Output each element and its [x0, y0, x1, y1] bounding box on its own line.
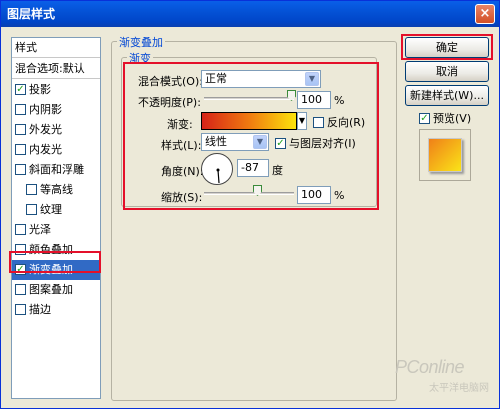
close-icon[interactable]: × [475, 4, 495, 24]
blend-mode-select[interactable]: 正常 ▼ [201, 70, 321, 88]
opacity-input[interactable]: 100 [297, 91, 331, 109]
sidebar-item-contour[interactable]: 等高线 [12, 180, 100, 200]
sidebar-highlight-box [9, 251, 101, 273]
angle-input[interactable]: -87 [237, 159, 269, 177]
watermark-subtitle: 太平洋电脑网 [429, 383, 489, 394]
sidebar-item-satin[interactable]: 光泽 [12, 220, 100, 240]
preview-swatch [428, 138, 462, 172]
watermark-logo: PConline [395, 357, 465, 377]
angle-dial[interactable] [201, 153, 233, 185]
bevel-emboss-checkbox[interactable] [15, 164, 26, 175]
sidebar-item-outer-glow[interactable]: 外发光 [12, 120, 100, 140]
sidebar-item-inner-glow[interactable]: 内发光 [12, 140, 100, 160]
ok-highlight-box [401, 34, 493, 60]
cancel-button[interactable]: 取消 [405, 61, 489, 82]
gradient-dropdown-icon[interactable]: ▼ [297, 112, 307, 130]
outer-glow-checkbox[interactable] [15, 124, 26, 135]
stroke-checkbox[interactable] [15, 304, 26, 315]
style-select[interactable]: 线性 ▼ [201, 133, 269, 151]
sidebar-item-pattern-overlay[interactable]: 图案叠加 [12, 280, 100, 300]
section-title: 渐变叠加 [117, 34, 165, 50]
new-style-button[interactable]: 新建样式(W)... [405, 85, 489, 106]
preview-option[interactable]: 预览(V) [419, 110, 471, 126]
style-list-header[interactable]: 样式 [12, 38, 100, 58]
chevron-down-icon[interactable]: ▼ [253, 135, 267, 149]
drop-shadow-checkbox[interactable] [15, 84, 26, 95]
sidebar-item-texture[interactable]: 纹理 [12, 200, 100, 220]
align-with-layer-option[interactable]: 与图层对齐(I) [275, 135, 356, 151]
inner-shadow-checkbox[interactable] [15, 104, 26, 115]
preview-frame [419, 129, 471, 181]
sidebar-item-bevel-emboss[interactable]: 斜面和浮雕 [12, 160, 100, 180]
pattern-overlay-checkbox[interactable] [15, 284, 26, 295]
contour-checkbox[interactable] [26, 184, 37, 195]
texture-checkbox[interactable] [26, 204, 37, 215]
gradient-picker[interactable] [201, 112, 297, 130]
chevron-down-icon[interactable]: ▼ [305, 72, 319, 86]
preview-checkbox[interactable] [419, 113, 430, 124]
angle-label: 角度(N): [161, 165, 204, 178]
scale-unit: % [334, 189, 345, 202]
sidebar-item-stroke[interactable]: 描边 [12, 300, 100, 320]
style-list: 样式 混合选项:默认 投影 内阴影 外发光 内发光 斜面和浮雕 等高线 纹理 光… [11, 37, 101, 399]
sidebar-item-inner-shadow[interactable]: 内阴影 [12, 100, 100, 120]
blend-mode-label: 混合模式(O): [138, 75, 203, 88]
title-bar: 图层样式 × [1, 1, 499, 27]
angle-unit: 度 [272, 164, 283, 177]
scale-label: 缩放(S): [161, 191, 203, 204]
opacity-label: 不透明度(P): [138, 96, 201, 109]
style-label: 样式(L): [161, 139, 202, 152]
scale-slider-track[interactable] [204, 192, 294, 195]
satin-checkbox[interactable] [15, 224, 26, 235]
opacity-slider-track[interactable] [204, 97, 294, 100]
opacity-unit: % [334, 94, 345, 107]
blend-options-item[interactable]: 混合选项:默认 [12, 59, 100, 79]
reverse-checkbox[interactable] [313, 117, 324, 128]
inner-glow-checkbox[interactable] [15, 144, 26, 155]
layer-style-dialog: 图层样式 × 样式 混合选项:默认 投影 内阴影 外发光 内发光 斜面和浮雕 等… [0, 0, 500, 409]
gradient-label: 渐变: [167, 118, 193, 131]
sidebar-item-drop-shadow[interactable]: 投影 [12, 80, 100, 100]
reverse-option[interactable]: 反向(R) [313, 114, 365, 130]
scale-input[interactable]: 100 [297, 186, 331, 204]
align-checkbox[interactable] [275, 138, 286, 149]
window-title: 图层样式 [7, 7, 56, 21]
angle-dial-needle-icon [216, 168, 220, 184]
